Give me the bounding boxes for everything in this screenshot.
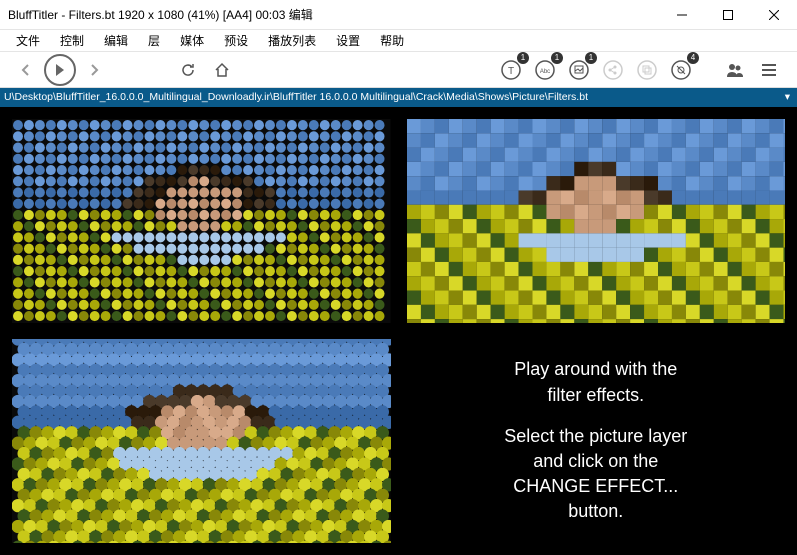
preview-hexagon-filter <box>12 339 391 543</box>
text-line-3: Select the picture layer <box>504 426 687 446</box>
window-title: BluffTitler - Filters.bt 1920 x 1080 (41… <box>8 6 659 23</box>
preview-dots-filter <box>12 119 391 323</box>
text-line-1: Play around with the <box>514 359 677 379</box>
forward-button[interactable] <box>78 54 110 86</box>
text-line-4: and click on the <box>533 451 658 471</box>
preview-viewport: Play around with the filter effects. Sele… <box>0 107 797 555</box>
picture-layer-button[interactable]: 1 <box>563 54 595 86</box>
close-button[interactable] <box>751 0 797 30</box>
path-bar[interactable]: U\Desktop\BluffTitler_16.0.0.0_Multiling… <box>0 88 797 106</box>
minimize-button[interactable] <box>659 0 705 30</box>
text-badge: 1 <box>517 52 529 64</box>
refresh-button[interactable] <box>172 54 204 86</box>
menu-bar: 文件 控制 编辑 层 媒体 预设 播放列表 设置 帮助 <box>0 30 797 52</box>
text-line-2: filter effects. <box>547 385 644 405</box>
preview-pixelate-filter <box>407 119 786 323</box>
title-bar: BluffTitler - Filters.bt 1920 x 1080 (41… <box>0 0 797 30</box>
menu-layer[interactable]: 层 <box>140 30 168 51</box>
menu-preset[interactable]: 预设 <box>216 30 256 51</box>
menu-file[interactable]: 文件 <box>8 30 48 51</box>
filter-badge: 4 <box>687 52 699 64</box>
menu-playlist[interactable]: 播放列表 <box>260 30 324 51</box>
path-dropdown-icon[interactable]: ▾ <box>782 91 793 103</box>
window-controls <box>659 0 797 30</box>
users-button[interactable] <box>719 54 751 86</box>
share-button[interactable] <box>597 54 629 86</box>
text-line-6: button. <box>568 501 623 521</box>
menu-help[interactable]: 帮助 <box>372 30 412 51</box>
menu-media[interactable]: 媒体 <box>172 30 212 51</box>
menu-button[interactable] <box>753 54 785 86</box>
play-button[interactable] <box>44 54 76 86</box>
copy-button[interactable] <box>631 54 663 86</box>
back-button[interactable] <box>10 54 42 86</box>
menu-edit[interactable]: 编辑 <box>96 30 136 51</box>
svg-text:Abc: Abc <box>540 69 550 75</box>
path-text: U\Desktop\BluffTitler_16.0.0.0_Multiling… <box>4 91 588 103</box>
home-button[interactable] <box>206 54 238 86</box>
text-layer-button[interactable]: T1 <box>495 54 527 86</box>
abc-badge: 1 <box>551 52 563 64</box>
picture-badge: 1 <box>585 52 597 64</box>
filter-button[interactable]: 4 <box>665 54 697 86</box>
menu-control[interactable]: 控制 <box>52 30 92 51</box>
abc-layer-button[interactable]: Abc1 <box>529 54 561 86</box>
maximize-button[interactable] <box>705 0 751 30</box>
svg-text:T: T <box>508 66 514 77</box>
toolbar: T1 Abc1 1 4 <box>0 52 797 88</box>
menu-settings[interactable]: 设置 <box>328 30 368 51</box>
text-line-5: CHANGE EFFECT... <box>513 476 678 496</box>
instruction-text-panel: Play around with the filter effects. Sele… <box>407 339 786 543</box>
